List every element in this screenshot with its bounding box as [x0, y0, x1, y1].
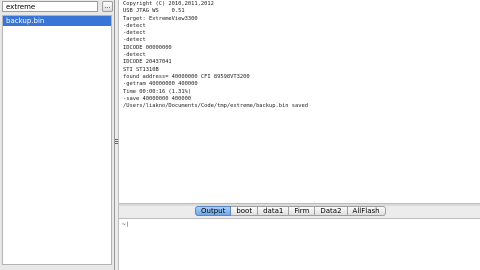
tab-data2[interactable]: Data2 [315, 206, 348, 216]
output-text: Copyright (C) 2010,2011,2012 USB JTAG WS… [123, 1, 308, 110]
command-prompt: ~❘ [122, 221, 130, 228]
pane-divider [114, 0, 115, 270]
browse-button[interactable]: ... [102, 1, 113, 12]
file-list[interactable]: backup.bin [2, 15, 112, 265]
tab-allflash[interactable]: AllFlash [347, 206, 386, 216]
tab-output[interactable]: Output [195, 206, 232, 216]
command-input[interactable]: ~❘ [119, 218, 480, 270]
tab-boot[interactable]: boot [231, 206, 259, 216]
tab-firm[interactable]: Firm [289, 206, 316, 216]
tab-bar: Output boot data1 Firm Data2 AllFlash [195, 206, 386, 217]
path-input[interactable]: extreme [2, 1, 98, 12]
file-browser-pane: extreme ... backup.bin [0, 0, 114, 270]
output-log[interactable]: Copyright (C) 2010,2011,2012 USB JTAG WS… [119, 0, 480, 204]
console-pane: Copyright (C) 2010,2011,2012 USB JTAG WS… [119, 0, 480, 270]
list-item[interactable]: backup.bin [3, 16, 111, 26]
tab-data1[interactable]: data1 [258, 206, 290, 216]
